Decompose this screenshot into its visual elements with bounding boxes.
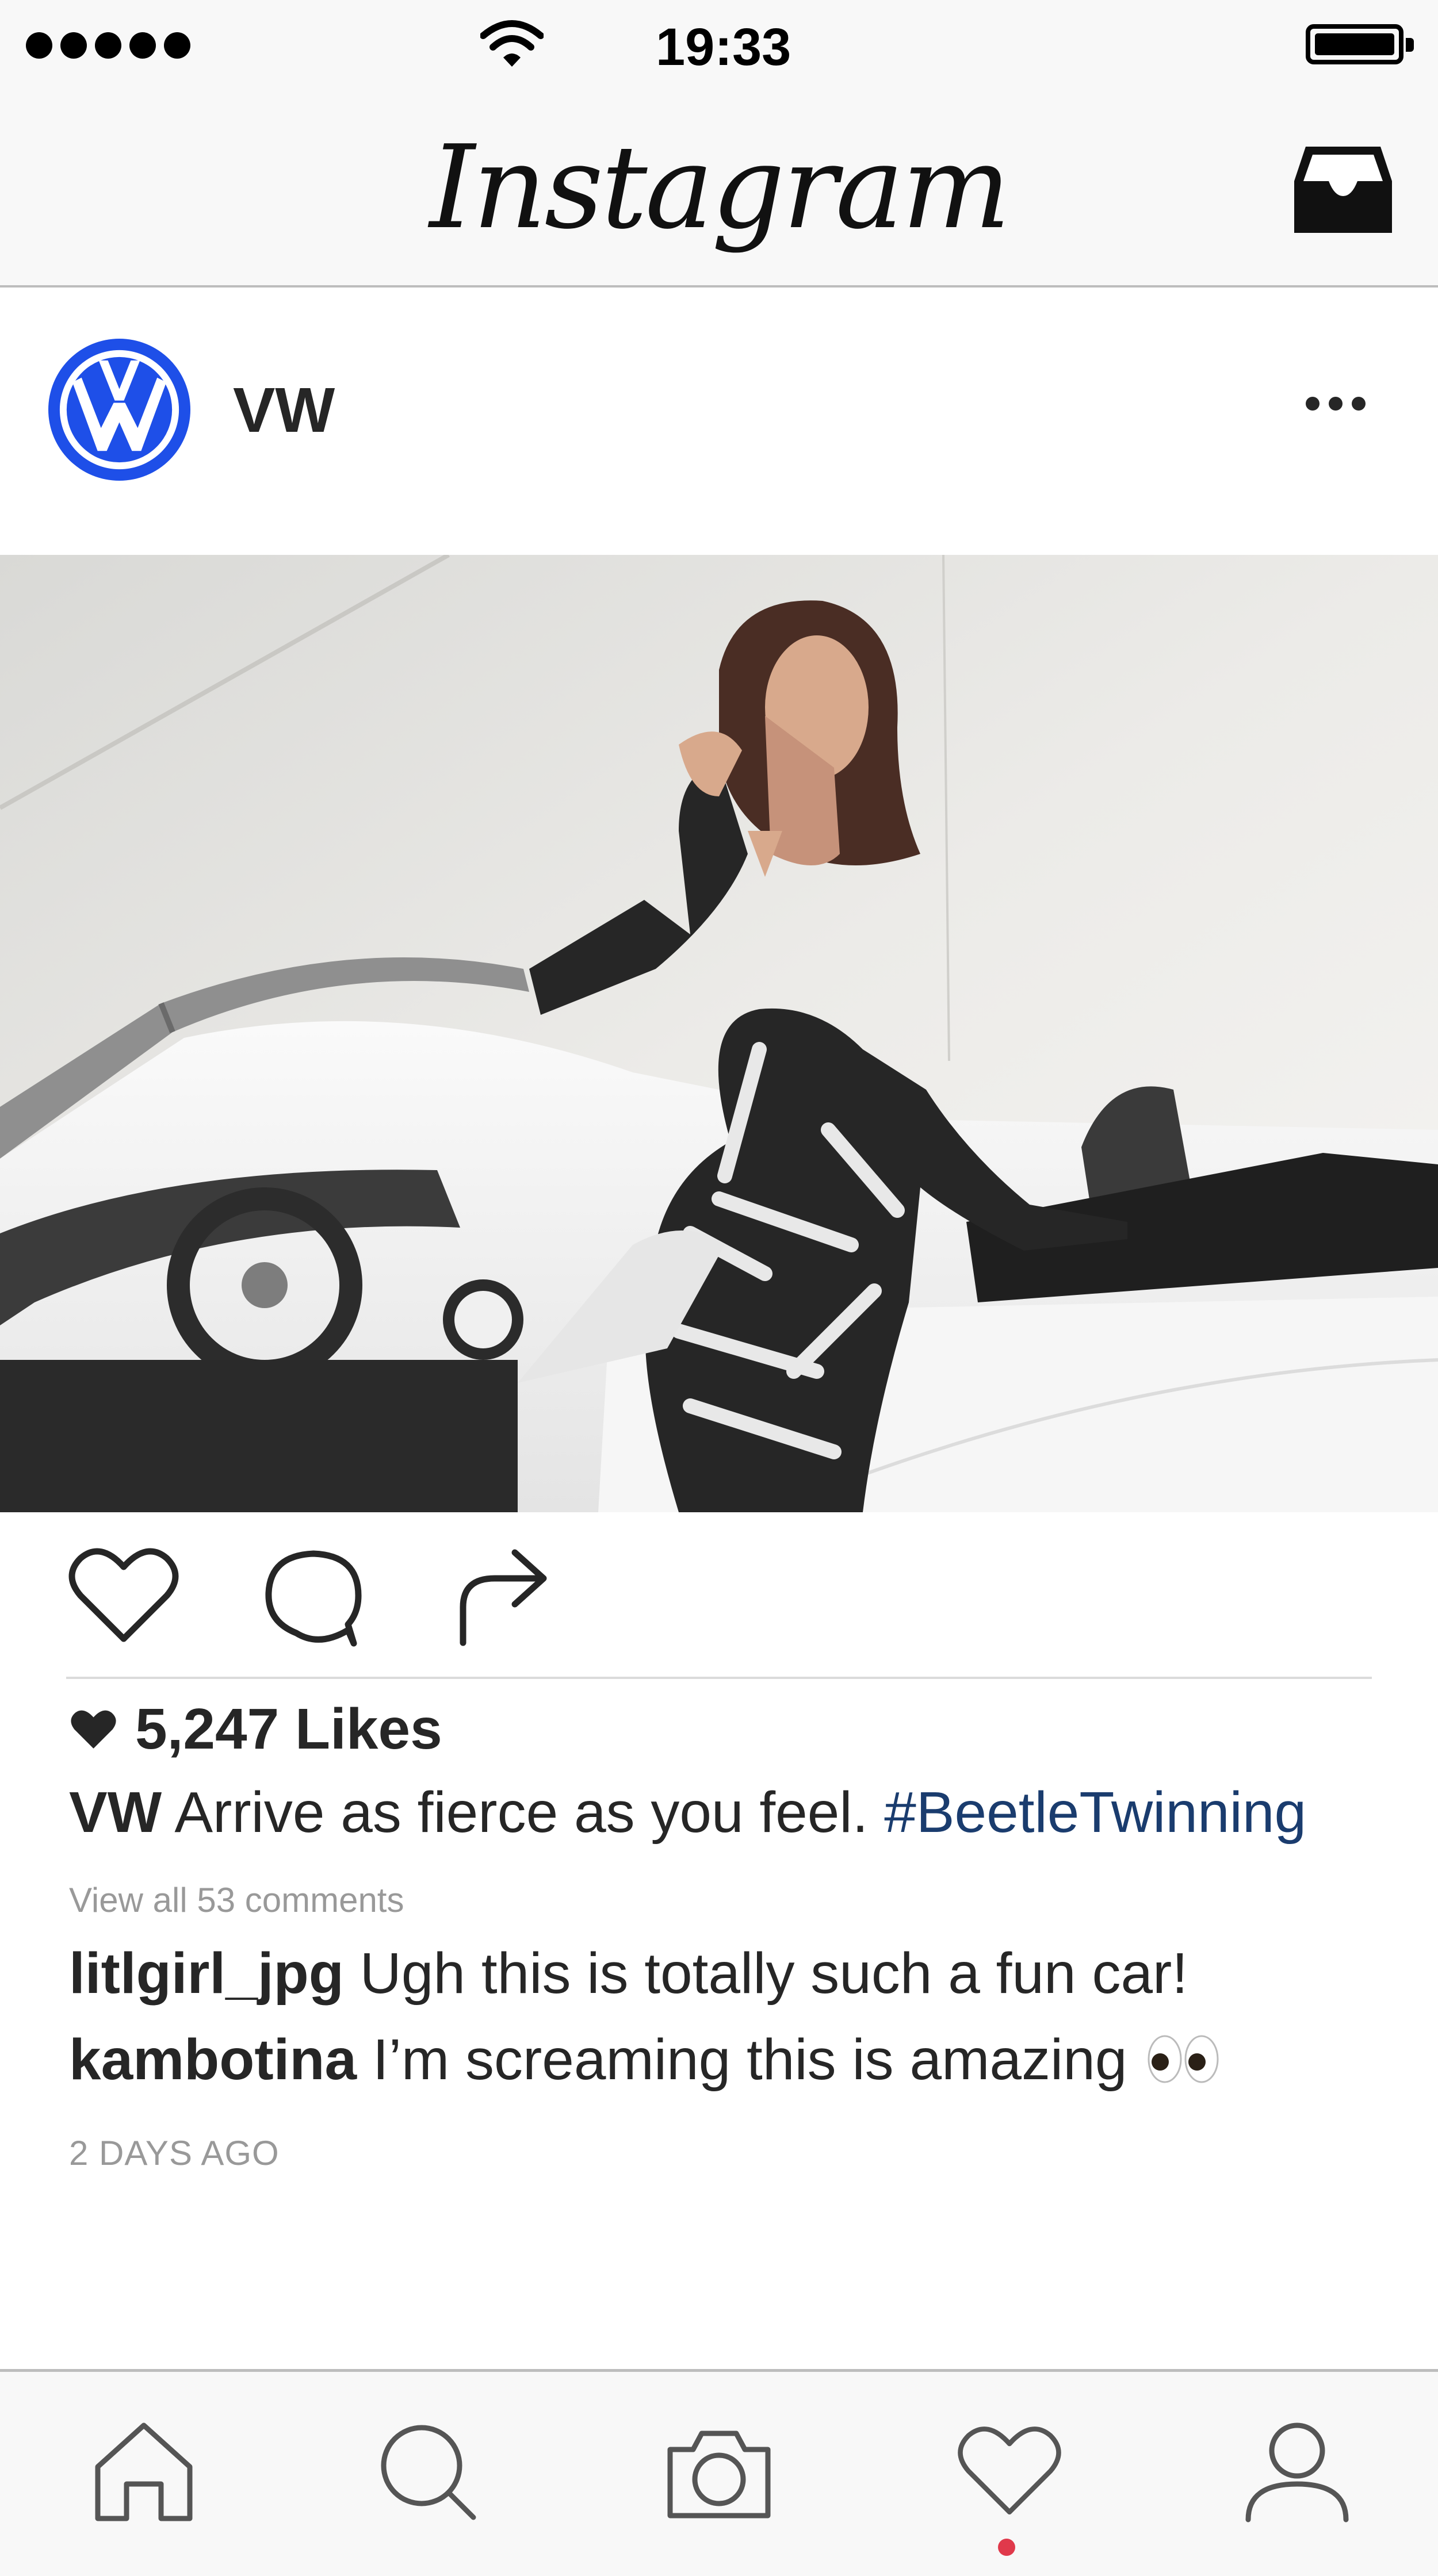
vw-logo-icon[interactable] bbox=[46, 336, 193, 483]
divider bbox=[66, 1677, 1372, 1679]
comment-text: I’m screaming this is amazing bbox=[372, 2027, 1127, 2092]
share-arrow-icon[interactable] bbox=[454, 1544, 552, 1647]
comment-text: Ugh this is totally such a fun car! bbox=[360, 1941, 1188, 2006]
comment-row: kambotina I’m screaming this is amazing bbox=[69, 2027, 1223, 2093]
heart-activity-icon[interactable] bbox=[955, 2421, 1064, 2521]
more-dots-icon[interactable] bbox=[1306, 397, 1366, 411]
home-icon[interactable] bbox=[89, 2421, 198, 2524]
activity-notification-dot bbox=[998, 2539, 1015, 2556]
post-account-name[interactable]: VW bbox=[233, 374, 335, 447]
heart-outline-icon[interactable] bbox=[66, 1544, 181, 1647]
signal-dots-icon bbox=[26, 32, 190, 59]
search-icon[interactable] bbox=[377, 2421, 480, 2524]
app-title: Instagram bbox=[429, 121, 1011, 255]
caption-username[interactable]: VW bbox=[69, 1780, 162, 1845]
post-caption: VW Arrive as fierce as you feel. #Beetle… bbox=[69, 1780, 1306, 1846]
wifi-icon bbox=[480, 20, 544, 67]
post-actions bbox=[0, 1512, 1438, 1679]
caption-text: Arrive as fierce as you feel. bbox=[174, 1780, 869, 1845]
camera-icon[interactable] bbox=[661, 2421, 777, 2524]
post-timestamp: 2 DAYS AGO bbox=[69, 2134, 280, 2172]
inbox-icon[interactable] bbox=[1288, 141, 1398, 239]
post-header: VW bbox=[0, 288, 1438, 555]
tab-bar bbox=[0, 2369, 1438, 2576]
likes-count[interactable]: 5,247 Likes bbox=[69, 1696, 442, 1762]
view-all-comments-link[interactable]: View all 53 comments bbox=[69, 1880, 404, 1920]
eyes-emoji-icon bbox=[1148, 2035, 1219, 2083]
comment-row: litlgirl_jpg Ugh this is totally such a … bbox=[69, 1941, 1188, 2007]
likes-label: 5,247 Likes bbox=[135, 1697, 442, 1761]
status-bar: 19:33 bbox=[0, 0, 1438, 92]
comment-username[interactable]: litlgirl_jpg bbox=[69, 1941, 344, 2006]
nav-bar: Instagram bbox=[0, 92, 1438, 288]
comment-bubble-icon[interactable] bbox=[262, 1547, 365, 1647]
battery-icon bbox=[1306, 24, 1414, 64]
profile-icon[interactable] bbox=[1242, 2421, 1352, 2524]
heart-filled-icon bbox=[71, 1710, 116, 1749]
caption-hashtag[interactable]: #BeetleTwinning bbox=[884, 1780, 1306, 1845]
post-photo[interactable] bbox=[0, 555, 1438, 1512]
comment-username[interactable]: kambotina bbox=[69, 2027, 357, 2092]
